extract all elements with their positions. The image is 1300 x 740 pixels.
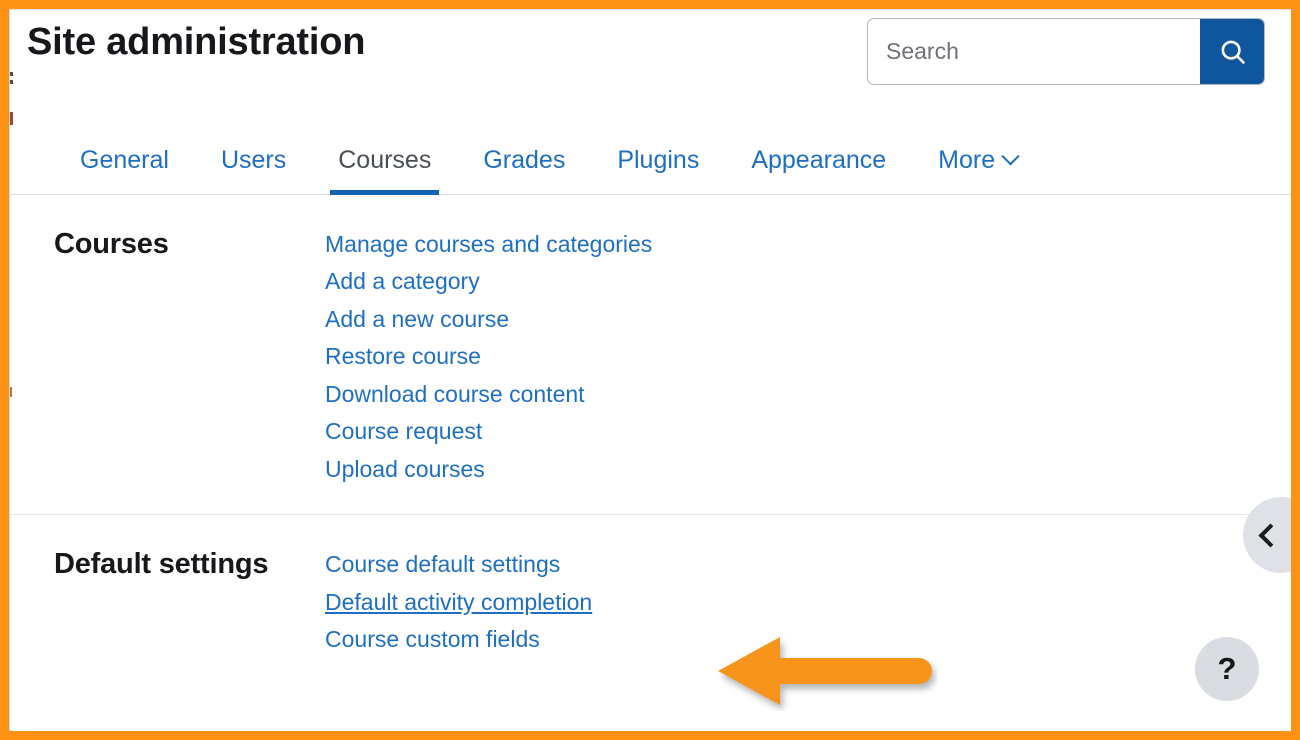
section-default-settings: Default settings Course default settings… bbox=[10, 514, 1291, 684]
tab-label: Users bbox=[221, 148, 286, 173]
section-heading: Courses bbox=[10, 226, 325, 262]
list-item: Add a new course bbox=[325, 301, 1291, 338]
list-item: Course custom fields bbox=[325, 621, 1291, 658]
link-add-a-category[interactable]: Add a category bbox=[325, 263, 480, 300]
courses-link-list: Manage courses and categories Add a cate… bbox=[325, 226, 1291, 488]
tab-courses[interactable]: Courses bbox=[312, 104, 457, 195]
tab-label: Grades bbox=[483, 148, 565, 173]
tab-appearance[interactable]: Appearance bbox=[725, 104, 912, 195]
link-download-course-content[interactable]: Download course content bbox=[325, 376, 585, 413]
search-icon bbox=[1218, 37, 1248, 67]
link-restore-course[interactable]: Restore course bbox=[325, 338, 481, 375]
list-item: Download course content bbox=[325, 376, 1291, 413]
tab-general[interactable]: General bbox=[54, 104, 195, 195]
link-upload-courses[interactable]: Upload courses bbox=[325, 451, 485, 488]
list-item: Course default settings bbox=[325, 546, 1291, 583]
chevron-down-icon bbox=[1001, 147, 1019, 165]
list-item: Manage courses and categories bbox=[325, 226, 1291, 263]
clipped-edge-fragment bbox=[10, 387, 12, 397]
tab-more[interactable]: More bbox=[912, 104, 1043, 195]
tab-label: Plugins bbox=[617, 148, 699, 173]
section-heading: Default settings bbox=[10, 546, 325, 582]
link-course-default-settings[interactable]: Course default settings bbox=[325, 546, 560, 583]
page-header: Site administration bbox=[10, 9, 1291, 104]
list-item: Add a category bbox=[325, 263, 1291, 300]
annotated-screenshot-frame: Site administration General bbox=[0, 0, 1300, 740]
chevron-left-icon bbox=[1258, 523, 1282, 547]
tab-plugins[interactable]: Plugins bbox=[591, 104, 725, 195]
tab-label: Appearance bbox=[751, 148, 886, 173]
page-title: Site administration bbox=[27, 21, 365, 64]
section-courses: Courses Manage courses and categories Ad… bbox=[10, 195, 1291, 514]
default-settings-link-list: Course default settings Default activity… bbox=[325, 546, 1291, 658]
link-course-custom-fields[interactable]: Course custom fields bbox=[325, 621, 540, 658]
tab-label: General bbox=[80, 148, 169, 173]
tab-users[interactable]: Users bbox=[195, 104, 312, 195]
list-item: Restore course bbox=[325, 338, 1291, 375]
site-admin-content: Courses Manage courses and categories Ad… bbox=[10, 195, 1291, 684]
help-button[interactable]: ? bbox=[1195, 637, 1259, 701]
search-button[interactable] bbox=[1200, 19, 1265, 84]
tab-grades[interactable]: Grades bbox=[457, 104, 591, 195]
tab-label: More bbox=[938, 148, 995, 173]
site-admin-tab-bar: General Users Courses Grades Plugins App… bbox=[10, 104, 1291, 195]
link-default-activity-completion[interactable]: Default activity completion bbox=[325, 584, 592, 621]
link-course-request[interactable]: Course request bbox=[325, 413, 482, 450]
link-manage-courses-and-categories[interactable]: Manage courses and categories bbox=[325, 226, 652, 263]
list-item: Upload courses bbox=[325, 451, 1291, 488]
list-item: Course request bbox=[325, 413, 1291, 450]
tab-label: Courses bbox=[338, 148, 431, 173]
list-item: Default activity completion bbox=[325, 584, 1291, 621]
moodle-site-administration-page: Site administration General bbox=[9, 9, 1291, 731]
link-add-a-new-course[interactable]: Add a new course bbox=[325, 301, 509, 338]
search-form bbox=[867, 18, 1265, 85]
search-input[interactable] bbox=[868, 19, 1200, 84]
